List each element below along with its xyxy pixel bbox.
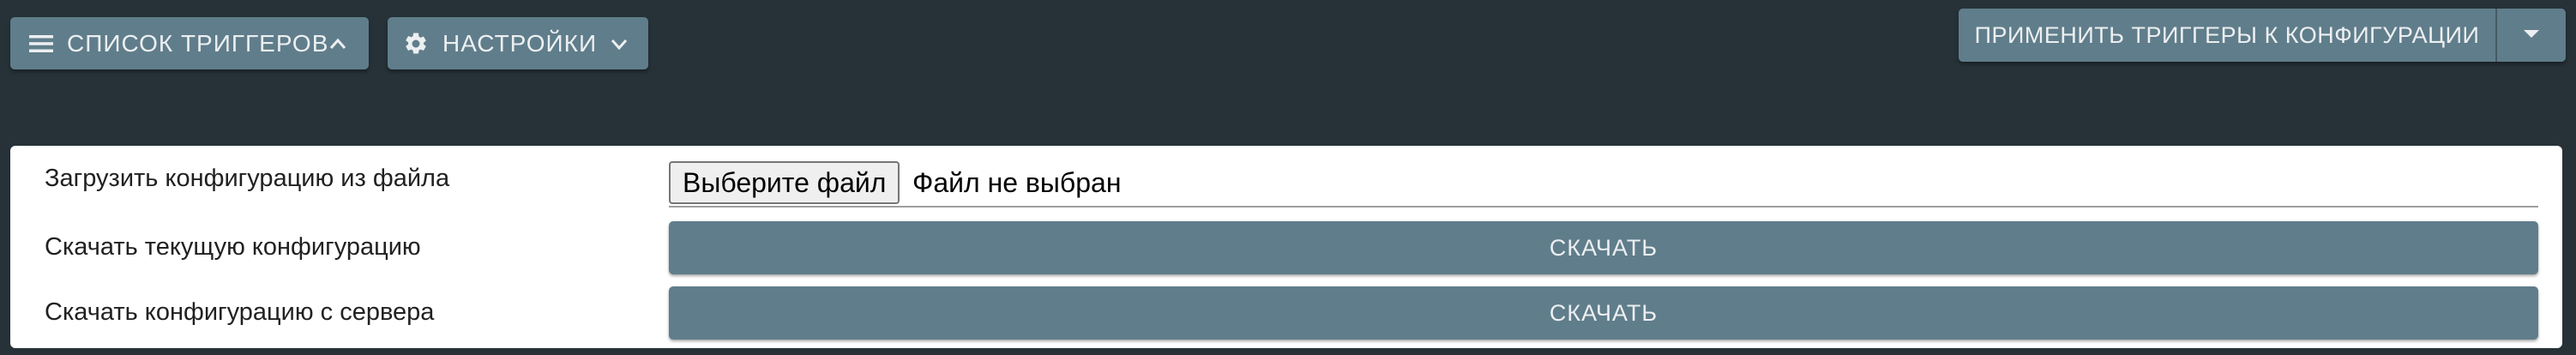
menu-icon — [29, 34, 53, 53]
configuration-panel: Загрузить конфигурацию из файла Выберите… — [10, 146, 2562, 348]
choose-file-button[interactable]: Выберите файл — [669, 161, 900, 204]
download-current-config-label: Скачать текущую конфигурацию — [45, 233, 421, 261]
gear-icon — [403, 31, 429, 57]
file-status-text: Файл не выбран — [912, 167, 1122, 198]
settings-label: НАСТРОЙКИ — [442, 29, 598, 57]
chevron-down-icon — [611, 38, 628, 50]
triggers-list-button[interactable]: СПИСОК ТРИГГЕРОВ — [10, 17, 369, 69]
caret-down-icon — [2524, 27, 2539, 43]
file-upload-field[interactable]: Выберите файл Файл не выбран — [669, 161, 2538, 208]
chevron-up-icon — [329, 38, 346, 50]
settings-button[interactable]: НАСТРОЙКИ — [388, 17, 648, 69]
triggers-list-label: СПИСОК ТРИГГЕРОВ — [67, 29, 329, 57]
apply-triggers-button[interactable]: ПРИМЕНИТЬ ТРИГГЕРЫ К КОНФИГУРАЦИИ — [1959, 9, 2495, 62]
download-server-config-label: Скачать конфигурацию с сервера — [45, 298, 435, 326]
apply-triggers-dropdown-toggle[interactable] — [2497, 9, 2566, 62]
download-server-config-button[interactable]: СКАЧАТЬ — [669, 286, 2538, 340]
download-current-config-button[interactable]: СКАЧАТЬ — [669, 221, 2538, 274]
apply-triggers-button-group: ПРИМЕНИТЬ ТРИГГЕРЫ К КОНФИГУРАЦИИ — [1959, 9, 2566, 62]
upload-config-label: Загрузить конфигурацию из файла — [45, 165, 450, 192]
